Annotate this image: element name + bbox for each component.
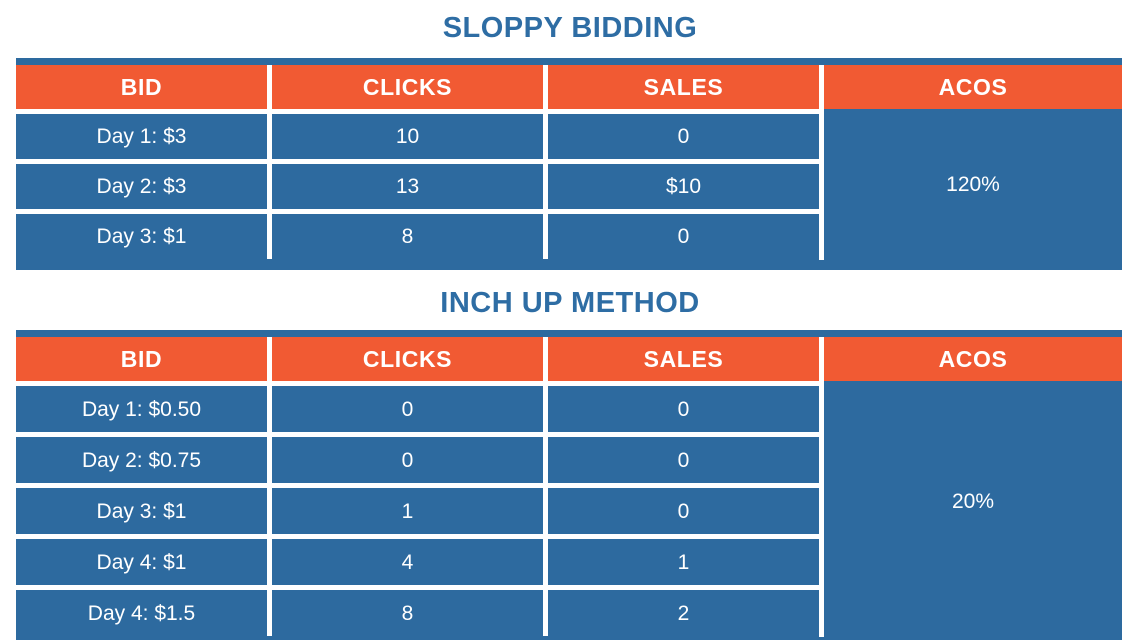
cell-bid: Day 3: $1 — [16, 488, 267, 534]
column-header-acos: ACOS — [824, 337, 1122, 381]
cell-acos-value: 120% — [946, 172, 1000, 196]
column-header-sales: SALES — [543, 65, 819, 109]
column-header-acos: ACOS — [824, 65, 1122, 109]
cell-clicks: 10 — [267, 114, 543, 159]
cell-clicks: 1 — [267, 488, 543, 534]
table-row: Day 3: $1 8 0 — [16, 209, 819, 259]
table-row: Day 2: $0.75 0 0 — [16, 432, 819, 483]
column-header-bid: BID — [120, 345, 163, 372]
cell-sales: 2 — [543, 590, 819, 636]
column-header-clicks: CLICKS — [267, 337, 543, 381]
cell-sales: 0 — [543, 386, 819, 432]
column-header-clicks: CLICKS — [267, 65, 543, 109]
cell-bid: Day 2: $3 — [16, 164, 267, 209]
cell-acos-value: 20% — [951, 490, 995, 513]
cell-bid: Day 4: $1.5 — [16, 590, 267, 636]
section-title-sloppy-bidding: SLOPPY BIDDING — [442, 12, 698, 44]
table-inch-up-method: BID CLICKS SALES Day 1: $0.50 0 0 Day 2:… — [16, 330, 1122, 640]
table-cap-strip — [16, 330, 1122, 337]
column-header-sales: SALES — [543, 337, 819, 381]
cell-clicks: 8 — [267, 214, 543, 259]
table-row: Day 4: $1.5 8 2 — [16, 585, 819, 636]
cell-clicks: 4 — [267, 539, 543, 585]
acos-column: ACOS 120% — [824, 65, 1122, 260]
cell-clicks: 0 — [267, 437, 543, 483]
table-header-row: BID CLICKS SALES — [16, 65, 819, 109]
column-header-bid: BID — [120, 73, 163, 100]
table-cap-strip — [16, 58, 1122, 65]
acos-column: ACOS 20% — [824, 337, 1122, 637]
cell-sales: 0 — [543, 488, 819, 534]
table-row: Day 4: $1 4 1 — [16, 534, 819, 585]
table-header-row: BID CLICKS SALES — [16, 337, 819, 381]
cell-sales: 0 — [543, 437, 819, 483]
table-row: Day 1: $0.50 0 0 — [16, 381, 819, 432]
cell-sales: $10 — [543, 164, 819, 209]
cell-sales: 1 — [543, 539, 819, 585]
cell-sales: 0 — [543, 114, 819, 159]
section-title-inch-up-method: INCH UP METHOD — [440, 287, 700, 319]
cell-bid: Day 1: $0.50 — [16, 386, 267, 432]
table-row: Day 2: $3 13 $10 — [16, 159, 819, 209]
cell-clicks: 13 — [267, 164, 543, 209]
table-row: Day 1: $3 10 0 — [16, 109, 819, 159]
slide-canvas: SLOPPY BIDDING BID CLICKS SALES Day 1: $… — [0, 0, 1140, 640]
cell-sales: 0 — [543, 214, 819, 259]
cell-clicks: 8 — [267, 590, 543, 636]
table-grid: BID CLICKS SALES Day 1: $3 10 0 Day 2: $… — [16, 65, 819, 259]
cell-bid: Day 2: $0.75 — [16, 437, 267, 483]
cell-bid: Day 4: $1 — [16, 539, 267, 585]
cell-clicks: 0 — [267, 386, 543, 432]
table-row: Day 3: $1 1 0 — [16, 483, 819, 534]
table-sloppy-bidding: BID CLICKS SALES Day 1: $3 10 0 Day 2: $… — [16, 58, 1122, 270]
cell-bid: Day 3: $1 — [16, 214, 267, 259]
cell-bid: Day 1: $3 — [16, 114, 267, 159]
table-grid: BID CLICKS SALES Day 1: $0.50 0 0 Day 2:… — [16, 337, 819, 636]
